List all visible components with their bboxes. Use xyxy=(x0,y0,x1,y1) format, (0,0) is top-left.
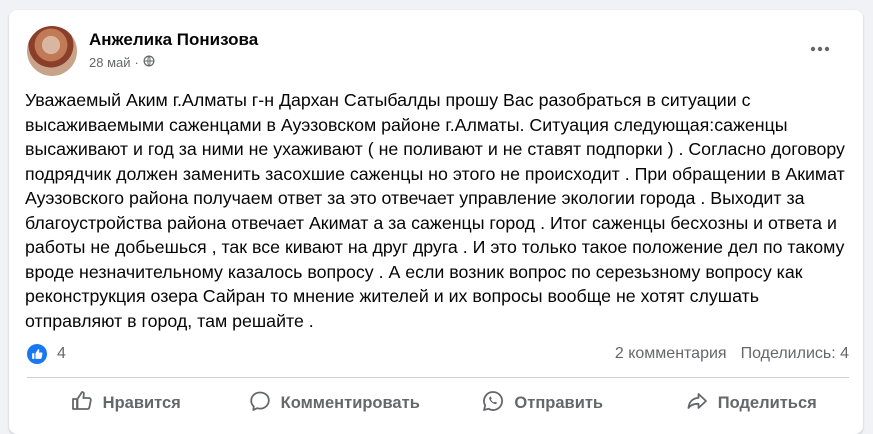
meta-separator: · xyxy=(134,55,139,70)
comment-icon xyxy=(248,389,272,418)
stats-right: 2 комментария Поделились: 4 xyxy=(615,345,849,363)
post-text: Уважаемый Аким г.Алматы г-н Дархан Сатыб… xyxy=(25,90,845,331)
share-button-label: Поделиться xyxy=(717,393,817,412)
like-button-label: Нравится xyxy=(102,393,181,412)
comment-button[interactable]: Комментировать xyxy=(230,382,439,424)
post-card: Анжелика Понизова 28 май · Уважаемый Аки… xyxy=(9,10,863,434)
thumbs-up-icon xyxy=(70,389,94,418)
divider xyxy=(27,377,849,378)
shares-count[interactable]: Поделились: 4 xyxy=(741,345,849,363)
avatar[interactable] xyxy=(27,26,77,76)
post-header: Анжелика Понизова 28 май · xyxy=(27,26,847,86)
share-arrow-icon xyxy=(685,389,709,418)
post-meta: 28 май · xyxy=(89,55,155,70)
send-button-label: Отправить xyxy=(514,393,604,412)
globe-icon xyxy=(143,55,155,70)
like-count[interactable]: 4 xyxy=(57,345,66,363)
comments-count[interactable]: 2 комментария xyxy=(615,345,727,363)
whatsapp-icon xyxy=(481,389,505,418)
share-button[interactable]: Поделиться xyxy=(647,382,856,424)
author-name[interactable]: Анжелика Понизова xyxy=(89,30,258,50)
send-button[interactable]: Отправить xyxy=(438,382,647,424)
like-icon[interactable] xyxy=(27,344,47,364)
post-date[interactable]: 28 май xyxy=(89,55,131,70)
action-bar: Нравится Комментировать Отправить Подели… xyxy=(21,382,855,424)
like-button[interactable]: Нравится xyxy=(21,382,230,424)
comment-button-label: Комментировать xyxy=(280,393,420,412)
more-horizontal-icon[interactable] xyxy=(805,34,835,64)
post-stats: 4 2 комментария Поделились: 4 xyxy=(27,343,849,369)
